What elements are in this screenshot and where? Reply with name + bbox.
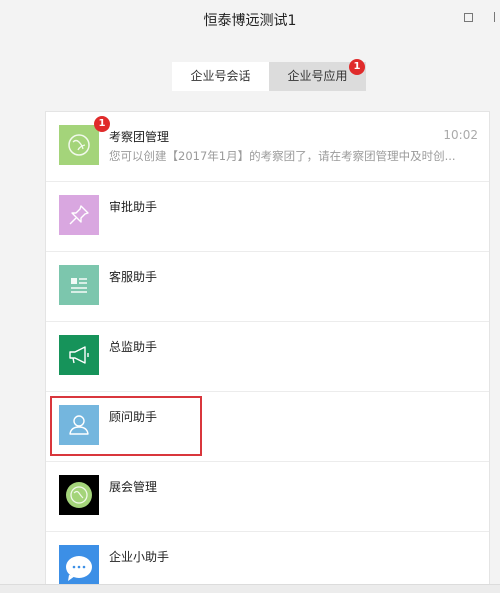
divider-icon: [493, 12, 495, 22]
message-time: 10:02: [443, 128, 478, 142]
app-name: 总监助手: [109, 340, 158, 354]
globe-icon: [59, 125, 99, 165]
window-title: 恒泰博远测试1: [203, 13, 297, 29]
window-edge-button[interactable]: [488, 10, 500, 24]
megaphone-icon: [59, 335, 99, 375]
unread-badge: 1: [349, 59, 365, 75]
app-icon: [59, 265, 99, 305]
list-item-customer-service-assistant[interactable]: 客服助手: [46, 252, 489, 322]
pushpin-icon: [59, 195, 99, 235]
title-bar: 恒泰博远测试1: [0, 0, 500, 40]
tab-bar: 企业号会话 企业号应用 1: [172, 59, 366, 91]
app-icon: [59, 125, 99, 165]
tab-label: 企业号会话: [190, 69, 251, 83]
app-icon: [59, 335, 99, 375]
unread-badge: 1: [94, 116, 110, 132]
list-item-approval-assistant[interactable]: 审批助手: [46, 182, 489, 252]
app-name: 展会管理: [109, 480, 158, 494]
tab-label: 企业号应用: [287, 69, 348, 83]
restore-button[interactable]: [461, 10, 475, 24]
app-name: 考察团管理: [109, 130, 170, 144]
list-item-advisor-assistant[interactable]: 顾问助手: [46, 392, 489, 462]
app-icon: [59, 405, 99, 445]
globe-icon: [59, 475, 99, 515]
list-item-inspection-group[interactable]: 1 考察团管理 10:02 您可以创建【2017年1月】的考察团了，请在考察团管…: [46, 112, 489, 182]
app-icon: [59, 195, 99, 235]
app-icon: [59, 545, 99, 585]
tab-enterprise-conversations[interactable]: 企业号会话: [172, 62, 269, 91]
app-list: 1 考察团管理 10:02 您可以创建【2017年1月】的考察团了，请在考察团管…: [45, 111, 490, 592]
person-icon: [59, 405, 99, 445]
restore-icon: [463, 12, 473, 22]
document-icon: [59, 265, 99, 305]
list-item-exhibition-management[interactable]: 展会管理: [46, 462, 489, 532]
app-name: 顾问助手: [109, 410, 158, 424]
list-item-enterprise-helper[interactable]: 企业小助手: [46, 532, 489, 592]
chat-bubble-icon: [59, 545, 99, 585]
list-item-director-assistant[interactable]: 总监助手: [46, 322, 489, 392]
message-preview: 您可以创建【2017年1月】的考察团了，请在考察团管理中及时创...: [109, 149, 456, 163]
app-icon: [59, 475, 99, 515]
app-name: 企业小助手: [109, 550, 170, 564]
tab-enterprise-apps[interactable]: 企业号应用 1: [269, 59, 366, 91]
app-name: 客服助手: [109, 270, 158, 284]
app-name: 审批助手: [109, 200, 158, 214]
